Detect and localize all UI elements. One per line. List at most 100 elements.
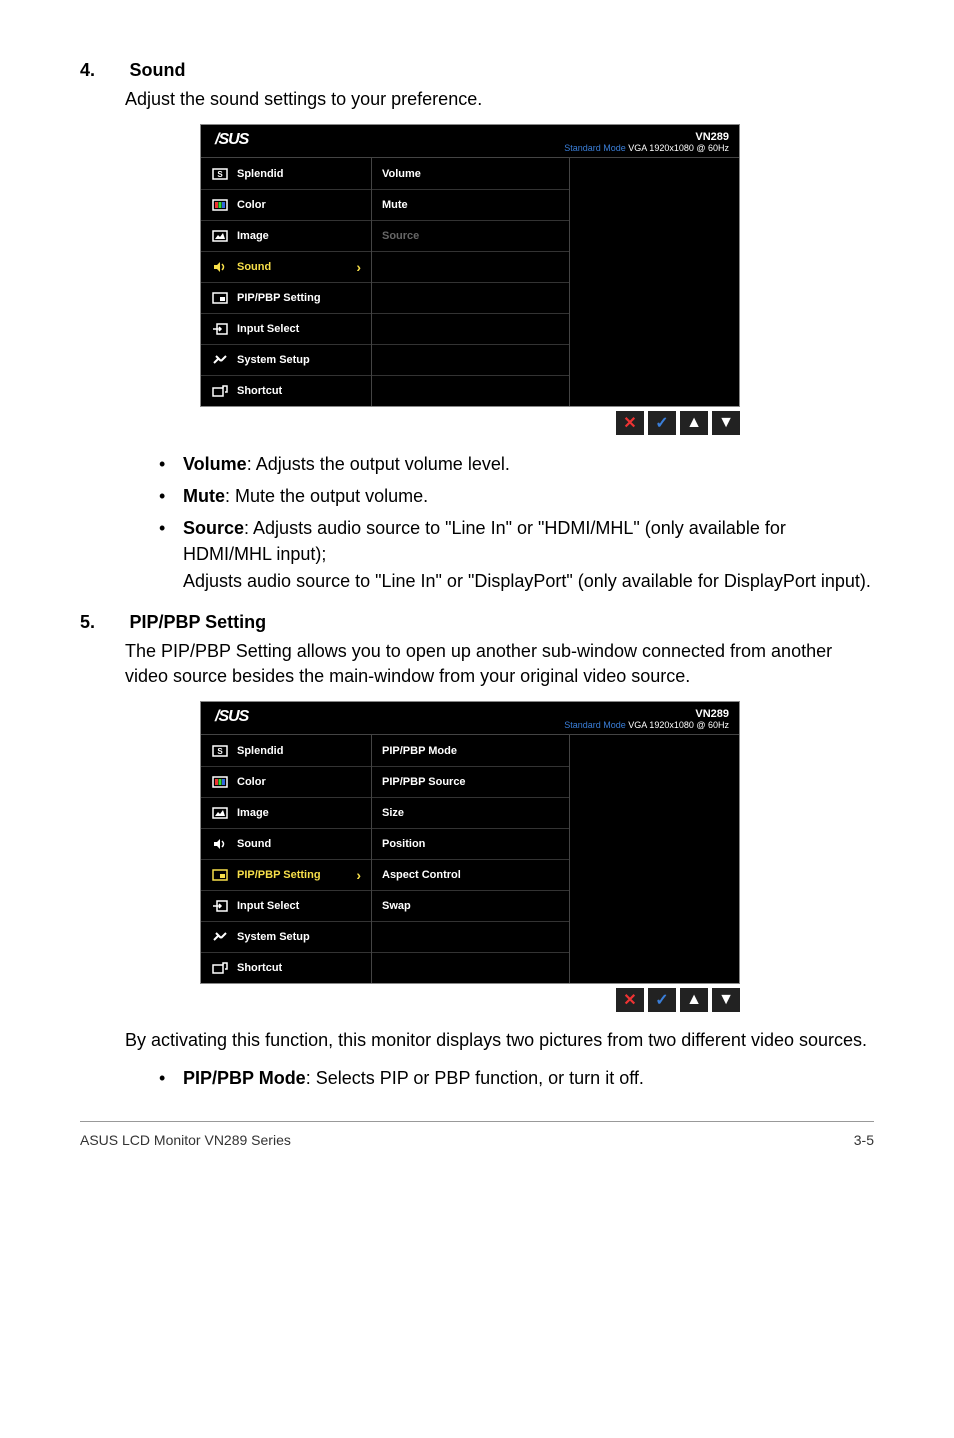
osd-menu-label: Input Select bbox=[237, 900, 299, 912]
osd-menu-item[interactable]: SSplendid bbox=[201, 158, 371, 189]
osd-menu-item[interactable]: Color bbox=[201, 189, 371, 220]
osd-menu-label: PIP/PBP Mode bbox=[382, 745, 457, 757]
osd-menu-item bbox=[372, 251, 569, 282]
osd-menu-item[interactable]: PIP/PBP Setting › bbox=[201, 859, 371, 890]
input-icon bbox=[211, 322, 229, 336]
close-icon[interactable]: ✕ bbox=[616, 988, 644, 1012]
osd-menu-label: Aspect Control bbox=[382, 869, 461, 881]
osd-menu-label: Position bbox=[382, 838, 425, 850]
osd-menu-item[interactable]: Input Select bbox=[201, 890, 371, 921]
svg-text:S: S bbox=[217, 747, 223, 756]
osd-main-menu: SSplendid Color Image Sound PIP/PBP Setting ›… bbox=[201, 735, 371, 983]
pip-icon bbox=[211, 868, 229, 882]
osd-menu-label: System Setup bbox=[237, 931, 310, 943]
osd-menu-item bbox=[372, 344, 569, 375]
sound-icon bbox=[211, 837, 229, 851]
osd-menu-label: PIP/PBP Setting bbox=[237, 292, 321, 304]
splendid-icon: S bbox=[211, 167, 229, 181]
osd-menu-label: Size bbox=[382, 807, 404, 819]
osd-menu-item[interactable]: Aspect Control bbox=[372, 859, 569, 890]
osd-header-info: VN289 Standard Mode VGA 1920x1080 @ 60Hz bbox=[564, 131, 729, 153]
pip-bullet-list: PIP/PBP Mode: Selects PIP or PBP functio… bbox=[155, 1065, 874, 1091]
osd-submenu: PIP/PBP Mode PIP/PBP Source Size Position As… bbox=[371, 735, 569, 983]
osd-menu-item[interactable]: PIP/PBP Mode bbox=[372, 735, 569, 766]
osd-menu-label: PIP/PBP Setting bbox=[237, 869, 321, 881]
osd-sound-screenshot: /SUS VN289 Standard Mode VGA 1920x1080 @… bbox=[200, 124, 740, 407]
osd-value-column bbox=[569, 735, 739, 983]
up-icon[interactable]: ▲ bbox=[680, 988, 708, 1012]
page-footer: ASUS LCD Monitor VN289 Series 3-5 bbox=[80, 1121, 874, 1148]
osd-menu-item[interactable]: Swap bbox=[372, 890, 569, 921]
osd-header: /SUS VN289 Standard Mode VGA 1920x1080 @… bbox=[201, 125, 739, 158]
bullet-volume: Volume: Adjusts the output volume level. bbox=[155, 451, 874, 477]
section-sound: 4. Sound Adjust the sound settings to yo… bbox=[80, 60, 874, 112]
osd-submenu: Volume Mute Source bbox=[371, 158, 569, 406]
osd-menu-label: Sound bbox=[237, 838, 271, 850]
osd-mode: Standard Mode VGA 1920x1080 @ 60Hz bbox=[564, 143, 729, 153]
osd-menu-item bbox=[372, 313, 569, 344]
osd-menu-item[interactable]: Sound bbox=[201, 828, 371, 859]
setup-icon bbox=[211, 930, 229, 944]
section-description: The PIP/PBP Setting allows you to open u… bbox=[125, 639, 874, 689]
osd-body: SSplendidColor Image Sound› PIP/PBP Setting… bbox=[201, 158, 739, 406]
chevron-right-icon: › bbox=[356, 867, 361, 883]
osd-menu-label: Mute bbox=[382, 199, 408, 211]
osd-body: SSplendid Color Image Sound PIP/PBP Setting ›… bbox=[201, 735, 739, 983]
close-icon[interactable]: ✕ bbox=[616, 411, 644, 435]
down-icon[interactable]: ▼ bbox=[712, 411, 740, 435]
osd-model: VN289 bbox=[564, 708, 729, 720]
pip-icon bbox=[211, 291, 229, 305]
osd-pip-screenshot: /SUS VN289 Standard Mode VGA 1920x1080 @… bbox=[200, 701, 740, 984]
sound-icon bbox=[211, 260, 229, 274]
osd-menu-item[interactable]: Position bbox=[372, 828, 569, 859]
color-icon bbox=[211, 198, 229, 212]
osd-nav-buttons: ✕ ✓ ▲ ▼ bbox=[200, 411, 740, 435]
osd-menu-item[interactable]: System Setup bbox=[201, 921, 371, 952]
osd-menu-item[interactable]: Volume bbox=[372, 158, 569, 189]
footer-right: 3-5 bbox=[854, 1132, 874, 1148]
osd-menu-label: Shortcut bbox=[237, 962, 282, 974]
osd-menu-label: Image bbox=[237, 230, 269, 242]
osd-header-info: VN289 Standard Mode VGA 1920x1080 @ 60Hz bbox=[564, 708, 729, 730]
osd-menu-item bbox=[372, 952, 569, 983]
asus-logo: /SUS bbox=[215, 131, 248, 149]
osd-menu-label: Swap bbox=[382, 900, 411, 912]
down-icon[interactable]: ▼ bbox=[712, 988, 740, 1012]
osd-menu-item[interactable]: Shortcut bbox=[201, 375, 371, 406]
osd-menu-item[interactable]: PIP/PBP Setting bbox=[201, 282, 371, 313]
asus-logo: /SUS bbox=[215, 708, 248, 726]
osd-menu-item[interactable]: Mute bbox=[372, 189, 569, 220]
splendid-icon: S bbox=[211, 744, 229, 758]
osd-menu-item[interactable]: Image bbox=[201, 797, 371, 828]
osd-menu-label: Input Select bbox=[237, 323, 299, 335]
osd-menu-item[interactable]: Input Select bbox=[201, 313, 371, 344]
footer-left: ASUS LCD Monitor VN289 Series bbox=[80, 1132, 291, 1148]
osd-menu-item[interactable]: SSplendid bbox=[201, 735, 371, 766]
up-icon[interactable]: ▲ bbox=[680, 411, 708, 435]
osd-nav-buttons: ✕ ✓ ▲ ▼ bbox=[200, 988, 740, 1012]
shortcut-icon bbox=[211, 384, 229, 398]
osd-menu-label: Color bbox=[237, 776, 266, 788]
osd-menu-item[interactable]: Color bbox=[201, 766, 371, 797]
osd-menu-label: Volume bbox=[382, 168, 421, 180]
section-pip: 5. PIP/PBP Setting The PIP/PBP Setting a… bbox=[80, 612, 874, 689]
osd-main-menu: SSplendidColor Image Sound› PIP/PBP Setting… bbox=[201, 158, 371, 406]
osd-menu-item[interactable]: Sound› bbox=[201, 251, 371, 282]
osd-mode: Standard Mode VGA 1920x1080 @ 60Hz bbox=[564, 720, 729, 730]
osd-menu-label: Shortcut bbox=[237, 385, 282, 397]
osd-menu-item[interactable]: System Setup bbox=[201, 344, 371, 375]
osd-value-column bbox=[569, 158, 739, 406]
section-title: PIP/PBP Setting bbox=[129, 612, 266, 633]
check-icon[interactable]: ✓ bbox=[648, 988, 676, 1012]
image-icon bbox=[211, 806, 229, 820]
osd-menu-item[interactable]: Image bbox=[201, 220, 371, 251]
osd-menu-item[interactable]: Source bbox=[372, 220, 569, 251]
osd-menu-item[interactable]: Size bbox=[372, 797, 569, 828]
section-number: 4. bbox=[80, 60, 125, 81]
shortcut-icon bbox=[211, 961, 229, 975]
osd-menu-item[interactable]: Shortcut bbox=[201, 952, 371, 983]
osd-menu-item[interactable]: PIP/PBP Source bbox=[372, 766, 569, 797]
section-number: 5. bbox=[80, 612, 125, 633]
check-icon[interactable]: ✓ bbox=[648, 411, 676, 435]
section-title: Sound bbox=[129, 60, 185, 81]
